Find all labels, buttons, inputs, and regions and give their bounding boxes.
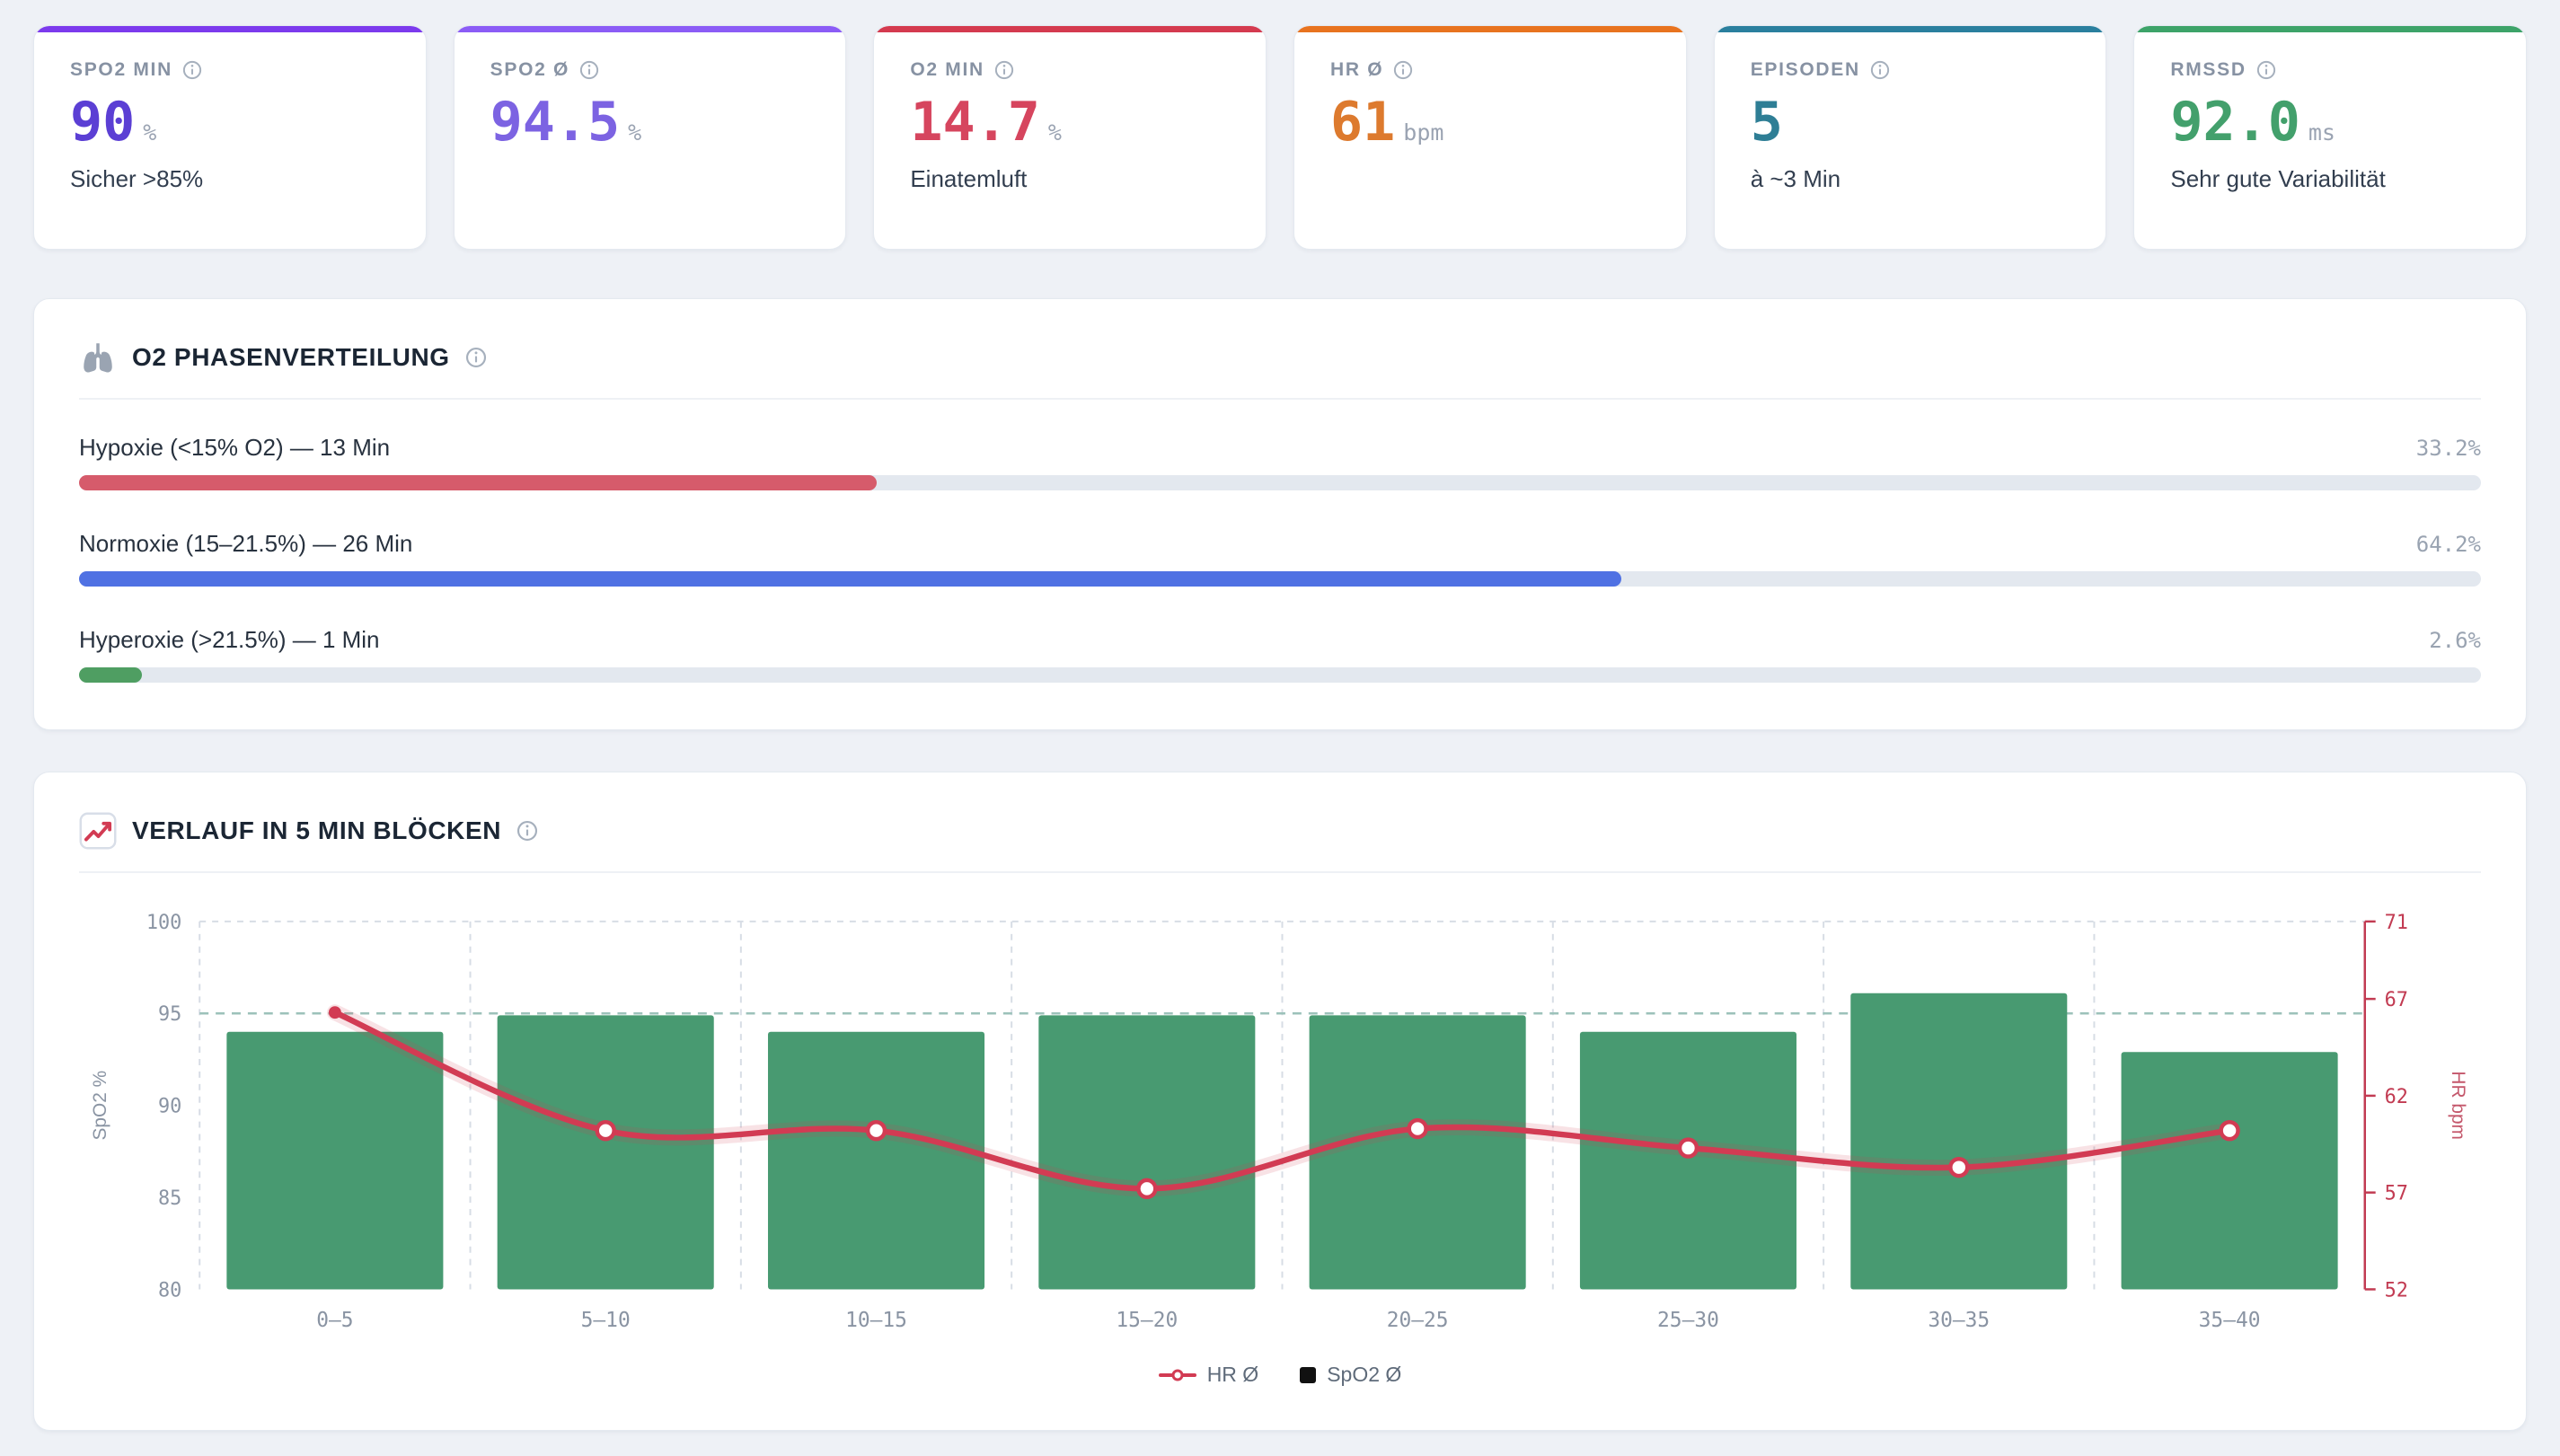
chart-increasing-icon: [79, 812, 117, 850]
stat-card-spo2-avg: SPO2 Ø 94.5 %: [454, 25, 847, 250]
accent-bar: [1294, 26, 1686, 32]
info-icon[interactable]: [465, 347, 487, 368]
svg-text:90: 90: [158, 1096, 181, 1118]
phase-bar-fill: [79, 475, 877, 490]
svg-text:85: 85: [158, 1187, 181, 1210]
stat-label: SPO2 Ø: [490, 59, 569, 81]
lungs-icon: [79, 339, 117, 376]
stat-label: RMSSD: [2170, 59, 2246, 81]
phase-bar-track: [79, 667, 2481, 683]
accent-bar: [34, 26, 426, 32]
phase-label: Hypoxie (<15% O2) — 13 Min: [79, 434, 390, 462]
svg-text:57: 57: [2385, 1183, 2408, 1205]
stat-label: HR Ø: [1330, 59, 1383, 81]
phase-bar-fill: [79, 667, 142, 683]
svg-text:62: 62: [2385, 1086, 2408, 1108]
section-title: VERLAUF IN 5 MIN BLÖCKEN: [132, 816, 501, 845]
stats-row: SPO2 MIN 90 % Sicher >85% SPO2 Ø 94.5: [33, 25, 2527, 250]
info-icon[interactable]: [182, 60, 202, 80]
stat-card-rmssd: RMSSD 92.0 ms Sehr gute Variabilität: [2133, 25, 2527, 250]
spo2-square-marker: [1300, 1367, 1316, 1383]
stat-subtitle: à ~3 Min: [1751, 165, 2070, 193]
stat-label: EPISODEN: [1751, 59, 1860, 81]
svg-text:15–20: 15–20: [1116, 1309, 1178, 1332]
trend-chart-section: VERLAUF IN 5 MIN BLÖCKEN 100 95 90 85 80 71 67…: [33, 772, 2527, 1431]
info-icon[interactable]: [1393, 60, 1413, 80]
accent-bar: [2134, 26, 2526, 32]
hr-line-marker: [1159, 1373, 1196, 1377]
stat-value: 92.0: [2170, 95, 2300, 149]
phase-row-hypoxie: Hypoxie (<15% O2) — 13 Min 33.2%: [79, 434, 2481, 490]
svg-text:30–35: 30–35: [1928, 1309, 1990, 1332]
info-icon[interactable]: [579, 60, 599, 80]
phase-label: Normoxie (15–21.5%) — 26 Min: [79, 530, 412, 558]
phase-bar-fill: [79, 571, 1621, 587]
stat-unit: bpm: [1403, 119, 1443, 146]
section-title: O2 PHASENVERTEILUNG: [132, 343, 450, 372]
stat-value: 61: [1330, 95, 1395, 149]
svg-text:5–10: 5–10: [581, 1309, 631, 1332]
stat-card-spo2-min: SPO2 MIN 90 % Sicher >85%: [33, 25, 427, 250]
stat-value: 14.7: [910, 95, 1040, 149]
spo2-hr-combo-chart: 100 95 90 85 80 71 67 62 57 52 0–5 5–10 10–15 15–20 20…: [79, 907, 2481, 1354]
legend-item-spo2: SpO2 Ø: [1300, 1363, 1401, 1387]
svg-text:0–5: 0–5: [316, 1309, 353, 1332]
info-icon[interactable]: [516, 820, 538, 842]
stat-subtitle: Sehr gute Variabilität: [2170, 165, 2490, 193]
dashboard-page: SPO2 MIN 90 % Sicher >85% SPO2 Ø 94.5: [0, 0, 2560, 1456]
stat-label: SPO2 MIN: [70, 59, 172, 81]
info-icon[interactable]: [994, 60, 1014, 80]
phase-bar-track: [79, 475, 2481, 490]
chart-legend: HR Ø SpO2 Ø: [79, 1363, 2481, 1387]
o2-phase-section: O2 PHASENVERTEILUNG Hypoxie (<15% O2) — …: [33, 298, 2527, 730]
svg-text:10–15: 10–15: [845, 1309, 907, 1332]
stat-subtitle: Sicher >85%: [70, 165, 390, 193]
svg-text:SpO2 %: SpO2 %: [90, 1071, 110, 1141]
stat-unit: %: [628, 119, 641, 146]
phase-label: Hyperoxie (>21.5%) — 1 Min: [79, 626, 380, 654]
accent-bar: [874, 26, 1266, 32]
accent-bar: [1715, 26, 2106, 32]
phase-percent: 64.2%: [2416, 532, 2481, 557]
stat-unit: %: [1048, 119, 1062, 146]
phase-row-hyperoxie: Hyperoxie (>21.5%) — 1 Min 2.6%: [79, 626, 2481, 683]
svg-text:25–30: 25–30: [1657, 1309, 1719, 1332]
info-icon[interactable]: [2256, 60, 2276, 80]
svg-text:95: 95: [158, 1003, 181, 1026]
stat-card-episoden: EPISODEN 5 à ~3 Min: [1714, 25, 2107, 250]
phase-percent: 2.6%: [2429, 628, 2481, 653]
svg-text:100: 100: [146, 912, 181, 934]
svg-text:HR bpm: HR bpm: [2448, 1071, 2468, 1140]
stat-card-o2-min: O2 MIN 14.7 % Einatemluft: [873, 25, 1267, 250]
legend-item-hr: HR Ø: [1159, 1363, 1259, 1387]
accent-bar: [455, 26, 846, 32]
info-icon[interactable]: [1870, 60, 1890, 80]
svg-text:80: 80: [158, 1279, 181, 1302]
stat-value: 94.5: [490, 95, 621, 149]
phase-percent: 33.2%: [2416, 436, 2481, 461]
svg-text:67: 67: [2385, 989, 2408, 1011]
phase-bar-track: [79, 571, 2481, 587]
stat-label: O2 MIN: [910, 59, 984, 81]
svg-text:20–25: 20–25: [1387, 1309, 1449, 1332]
phase-row-normoxie: Normoxie (15–21.5%) — 26 Min 64.2%: [79, 530, 2481, 587]
stat-value: 5: [1751, 95, 1783, 149]
svg-text:71: 71: [2385, 912, 2408, 934]
svg-text:35–40: 35–40: [2199, 1309, 2261, 1332]
legend-label: SpO2 Ø: [1327, 1363, 1401, 1387]
stat-unit: ms: [2308, 119, 2335, 146]
stat-subtitle: Einatemluft: [910, 165, 1230, 193]
stat-unit: %: [143, 119, 156, 146]
stat-card-hr-avg: HR Ø 61 bpm: [1293, 25, 1687, 250]
svg-text:52: 52: [2385, 1279, 2408, 1302]
stat-value: 90: [70, 95, 135, 149]
legend-label: HR Ø: [1207, 1363, 1259, 1387]
